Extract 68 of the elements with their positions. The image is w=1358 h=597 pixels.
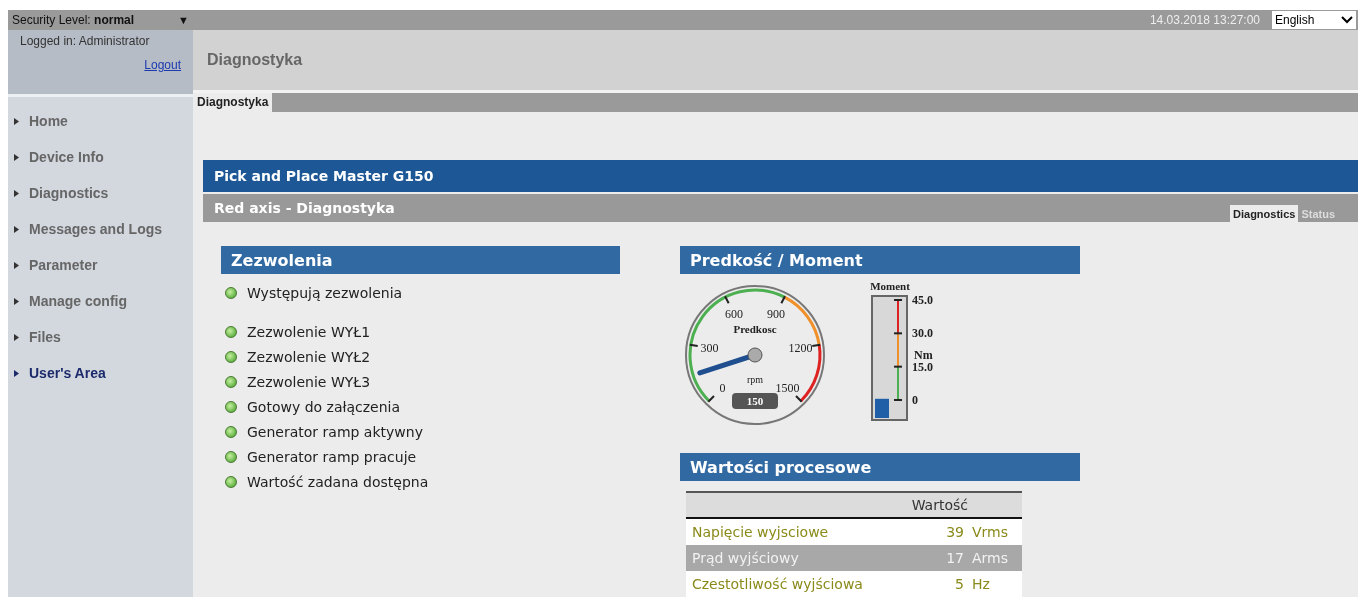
table-cell-text: 39 xyxy=(945,524,964,540)
triangle-icon xyxy=(14,261,19,269)
meter-scale-label: 45.0 xyxy=(912,293,933,307)
triangle-icon xyxy=(14,333,19,341)
column-header: Wartość xyxy=(910,497,969,513)
triangle-icon xyxy=(14,117,19,125)
meter-scale-label: 30.0 xyxy=(912,326,933,341)
logout-link[interactable]: Logout xyxy=(144,58,181,72)
axis-title: Red axis - Diagnostyka xyxy=(214,200,395,216)
section-title: Predkość / Moment xyxy=(690,250,863,270)
meter-unit: Nm xyxy=(914,348,933,362)
tab[interactable]: Diagnostics xyxy=(1230,205,1299,222)
sidebar-item[interactable]: Manage config xyxy=(8,283,193,319)
device-title: Pick and Place Master G150 xyxy=(214,168,434,184)
triangle-icon xyxy=(14,297,19,305)
language-select[interactable]: English xyxy=(1272,11,1356,29)
gauge-unit: rpm xyxy=(746,374,764,385)
meter-scale-label: 15.0 xyxy=(912,359,933,374)
meter-scale-label: 0 xyxy=(912,393,918,407)
gauge-scale-label: 900 xyxy=(766,307,785,321)
table-cell-text: Arms xyxy=(971,550,1010,566)
triangle-icon xyxy=(14,189,19,197)
triangle-icon xyxy=(14,369,19,377)
gauge-title: Predkosc xyxy=(733,323,777,335)
table-cell-text: 5 xyxy=(954,576,964,592)
status-label: Zezwolenie WYŁ3 xyxy=(247,373,371,390)
gauge-readout-background xyxy=(732,393,778,409)
table-row[interactable]: Napięcie wyjsciowe 39 Vrms xyxy=(686,519,1022,545)
triangle-icon xyxy=(14,225,19,233)
table-cell-text: 17 xyxy=(945,550,964,566)
status-label: Gotowy do załączenia xyxy=(247,398,401,415)
status-label: Wartość zadana dostępna xyxy=(247,473,429,490)
table-cell-text: Czestotliwość wyjściowa xyxy=(691,576,864,592)
page-title: Diagnostyka xyxy=(207,50,303,69)
sidebar-item[interactable]: Files xyxy=(8,319,193,355)
meter-title: Moment xyxy=(870,280,910,292)
sidebar-item[interactable]: Parameter xyxy=(8,247,193,283)
sidebar-item[interactable]: User's Area xyxy=(8,355,193,391)
table-row[interactable]: Czestotliwość wyjściowa 5 Hz xyxy=(686,571,1022,597)
sidebar-item[interactable]: Diagnostics xyxy=(8,175,193,211)
status-label: Zezwolenie WYŁ2 xyxy=(247,348,371,365)
table-row[interactable]: Prąd wyjściowy 17 Arms xyxy=(686,545,1022,571)
status-label: Występują zezwolenia xyxy=(247,284,403,301)
status-label: Generator ramp pracuje xyxy=(247,448,417,465)
table-cell-text: Prąd wyjściowy xyxy=(691,550,800,566)
triangle-icon xyxy=(14,153,19,161)
gauge-readout: 150 xyxy=(746,395,764,407)
date-time: 14.03.2018 13:27:00 xyxy=(1149,13,1260,27)
table-cell-text: Hz xyxy=(971,576,991,592)
tab[interactable]: Status xyxy=(1298,205,1338,222)
gauge-scale-label: 1200 xyxy=(788,340,813,355)
security-level-dropdown[interactable]: Security Level: normal ▼ xyxy=(8,10,193,30)
tab[interactable]: Diagnostyka xyxy=(193,92,273,112)
logged-in-text: Logged in: Administrator xyxy=(20,34,150,48)
gauge-scale-label: 0 xyxy=(719,380,726,395)
gauge-scale-label: 600 xyxy=(725,307,744,321)
chevron-down-icon xyxy=(1341,16,1353,24)
table-cell-text: Vrms xyxy=(971,524,1010,540)
sidebar-item[interactable]: Home xyxy=(8,103,193,139)
sidebar-item[interactable]: Device Info xyxy=(8,139,193,175)
sidebar-item[interactable]: Messages and Logs xyxy=(8,211,193,247)
status-label: Zezwolenie WYŁ1 xyxy=(247,323,371,340)
status-label: Generator ramp aktywny xyxy=(247,423,423,440)
gauge-scale-label: 1500 xyxy=(775,380,800,395)
gauge-scale-label: 300 xyxy=(700,340,719,355)
section-title: Zezwolenia xyxy=(231,250,333,270)
section-title: Wartości procesowe xyxy=(690,457,872,477)
table-cell-text: Napięcie wyjsciowe xyxy=(691,524,830,540)
